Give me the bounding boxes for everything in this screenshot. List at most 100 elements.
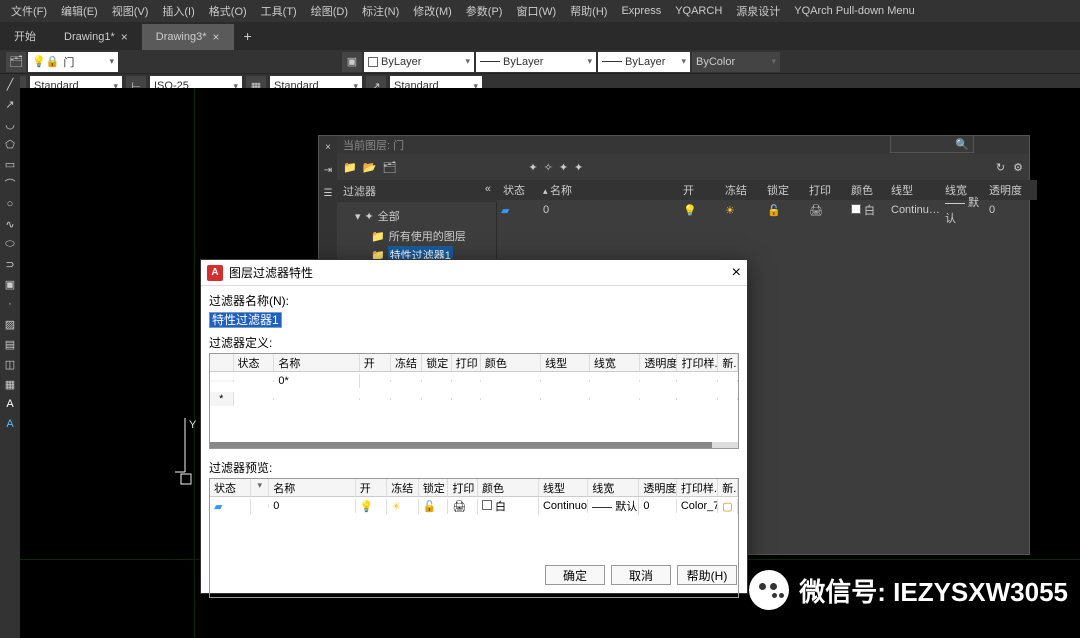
th[interactable]: 状态 (210, 479, 251, 496)
new-filter-icon[interactable]: 📁 (343, 161, 357, 174)
close-icon[interactable]: × (121, 30, 128, 44)
menu-express[interactable]: Express (614, 5, 668, 17)
menu-param[interactable]: 参数(P) (459, 3, 510, 19)
th[interactable]: 线宽 (590, 354, 641, 371)
refresh-icon[interactable]: ↻ (996, 161, 1005, 174)
col-plot[interactable]: 打印 (809, 182, 851, 198)
menu-dimension[interactable]: 标注(N) (355, 3, 406, 19)
th[interactable]: 线宽 (588, 479, 639, 496)
layer-row-0[interactable]: ▰ 0 💡 ☀ 🔓 🖨 白 Continu… 默认 0 (497, 200, 1037, 220)
def-empty-row[interactable]: * (210, 390, 738, 408)
filter-name-input[interactable]: 特性过滤器1 (209, 312, 282, 328)
ok-button[interactable]: 确定 (545, 565, 605, 585)
gradient-icon[interactable]: ▤ (0, 334, 20, 354)
th[interactable]: 锁定 (422, 354, 451, 371)
scrollbar[interactable] (210, 442, 738, 448)
hatch-icon[interactable]: ▨ (0, 314, 20, 334)
th[interactable]: 线型 (541, 354, 590, 371)
set-current-icon[interactable]: ✦ (574, 161, 583, 174)
point-icon[interactable]: · (0, 294, 20, 314)
th[interactable]: 打印 (448, 479, 478, 496)
tab-drawing1[interactable]: Drawing1*× (50, 24, 142, 50)
menu-tools[interactable]: 工具(T) (254, 3, 304, 19)
color-icon[interactable]: ▣ (342, 52, 362, 72)
layer-combo[interactable]: 💡 🔒 门 (28, 52, 118, 72)
menu-window[interactable]: 窗口(W) (509, 3, 563, 19)
table-icon[interactable]: ▦ (0, 374, 20, 394)
text-icon[interactable]: A (0, 394, 20, 414)
color-combo[interactable]: ByLayer (364, 52, 474, 72)
layer-search[interactable]: 🔍 (890, 135, 974, 153)
menu-file[interactable]: 文件(F) (4, 3, 54, 19)
th[interactable]: 打印 (452, 354, 481, 371)
th[interactable]: 名称 (269, 479, 355, 496)
menu-view[interactable]: 视图(V) (105, 3, 156, 19)
sun-icon[interactable]: ☀ (725, 205, 735, 217)
linetype-combo[interactable]: ByLayer (476, 52, 596, 72)
th[interactable]: 打印样... (677, 479, 718, 496)
menu-help[interactable]: 帮助(H) (563, 3, 614, 19)
new-layer-vp-icon[interactable]: ✧ (544, 161, 553, 174)
th[interactable]: 颜色 (481, 354, 541, 371)
bulb-icon[interactable]: 💡 (683, 205, 697, 217)
th[interactable]: 线型 (539, 479, 588, 496)
cancel-button[interactable]: 取消 (611, 565, 671, 585)
tree-root[interactable]: ▾✦全部 (343, 206, 490, 226)
th[interactable]: 开 (356, 479, 388, 496)
color-swatch[interactable] (851, 204, 861, 214)
th[interactable]: 透明度 (639, 479, 676, 496)
menu-yuanquan[interactable]: 源泉设计 (729, 3, 787, 19)
th[interactable]: 颜色 (478, 479, 539, 496)
ellipsearc-icon[interactable]: ⊃ (0, 254, 20, 274)
new-layer-icon[interactable]: ✦ (528, 161, 537, 174)
th[interactable]: 状态 (234, 354, 275, 371)
sort-icon[interactable]: ▾ (251, 479, 269, 496)
col-trans[interactable]: 透明度 (989, 182, 1033, 198)
th[interactable]: 冻结 (391, 354, 422, 371)
rect-icon[interactable]: ▭ (0, 154, 20, 174)
layer-icon[interactable]: 🗂 (6, 52, 26, 72)
close-icon[interactable]: × (213, 30, 220, 44)
mtext-icon[interactable]: A (0, 414, 20, 434)
col-status[interactable]: 状态 (497, 182, 543, 198)
ellipse-icon[interactable]: ⬭ (0, 234, 20, 254)
circle-icon[interactable]: ○ (0, 194, 20, 214)
th[interactable]: 透明度 (640, 354, 677, 371)
pin-icon[interactable]: ⇥ (324, 165, 332, 176)
tree-all-used[interactable]: 📁所有使用的图层 (343, 226, 490, 246)
preview-row[interactable]: ▰ 0 💡 ☀ 🔓 🖨 白 Continuous 默认 0 Color_7 ▢ (210, 497, 738, 515)
col-name[interactable]: ▴ 名称 (543, 182, 683, 198)
tab-drawing3[interactable]: Drawing3*× (142, 24, 234, 50)
col-freeze[interactable]: 冻结 (725, 182, 767, 198)
def-row[interactable]: 0* (210, 372, 738, 390)
region-icon[interactable]: ◫ (0, 354, 20, 374)
printer-icon[interactable]: 🖨 (809, 205, 823, 217)
unlock-icon[interactable]: 🔓 (767, 205, 781, 217)
menu-icon[interactable]: ☰ (324, 188, 333, 199)
menu-edit[interactable]: 编辑(E) (54, 3, 105, 19)
pline-icon[interactable]: ↗ (0, 94, 20, 114)
th[interactable]: 打印样... (677, 354, 718, 371)
new-group-icon[interactable]: 📂 (363, 161, 377, 174)
line-icon[interactable]: ╱ (0, 74, 20, 94)
collapse-icon[interactable]: « (485, 183, 491, 199)
col-on[interactable]: 开 (683, 182, 725, 198)
close-panel-icon[interactable]: × (325, 142, 331, 153)
plotstyle-combo[interactable]: ByColor (692, 52, 780, 72)
th[interactable]: 新... (718, 354, 738, 371)
th[interactable]: 新... (718, 479, 738, 496)
th[interactable]: 冻结 (387, 479, 419, 496)
lineweight-combo[interactable]: ByLayer (598, 52, 690, 72)
help-button[interactable]: 帮助(H) (677, 565, 737, 585)
col-color[interactable]: 颜色 (851, 182, 891, 198)
spline-icon[interactable]: ∿ (0, 214, 20, 234)
polygon-icon[interactable]: ⬠ (0, 134, 20, 154)
layer-states-icon[interactable]: 🗂 (382, 161, 396, 174)
menu-draw[interactable]: 绘图(D) (304, 3, 355, 19)
block-icon[interactable]: ▣ (0, 274, 20, 294)
th[interactable]: 开 (360, 354, 391, 371)
tab-start[interactable]: 开始 (0, 22, 50, 50)
menu-yqarch-pulldown[interactable]: YQArch Pull-down Menu (787, 5, 921, 17)
dialog-close-icon[interactable]: × (732, 264, 741, 282)
col-lock[interactable]: 锁定 (767, 182, 809, 198)
